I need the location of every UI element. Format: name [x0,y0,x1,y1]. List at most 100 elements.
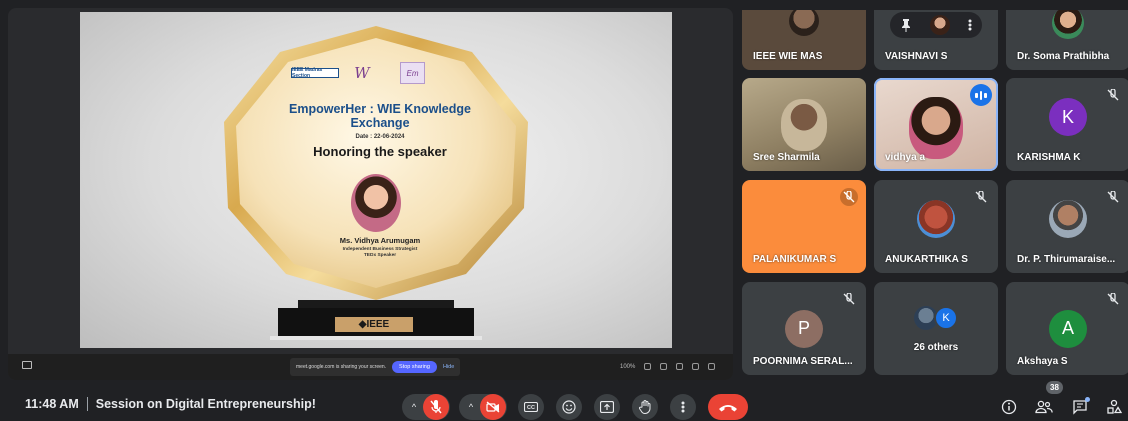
others-tile[interactable]: K 26 others [874,282,998,375]
slide-heading: Honoring the speaker [313,144,447,159]
participant-avatar: K [934,306,958,330]
tile-controls [890,12,982,38]
presentation-slide: IEEE Madras Section W Em EmpowerHer : WI… [80,12,672,348]
screen-icon[interactable] [22,361,32,369]
participant-count-badge: 38 [1046,381,1063,394]
participant-name: POORNIMA SERAL... [753,356,853,367]
zoom-controls: 100% [620,363,716,370]
participant-name: KARISHMA K [1017,152,1081,163]
participant-avatar [930,15,950,35]
participant-tile[interactable]: VAISHNAVI S [874,10,998,70]
hang-up-icon [719,404,737,411]
more-vertical-icon [681,401,685,413]
participant-avatar [917,200,955,239]
participant-avatar [1052,10,1084,40]
unread-dot [1085,397,1090,402]
hand-icon [639,400,651,414]
zoom-in-icon[interactable] [660,363,668,370]
participant-tile[interactable]: K KARISHMA K [1006,78,1128,171]
participant-video [789,10,819,36]
fit-screen-icon[interactable] [676,363,684,370]
chevron-up-icon[interactable]: ^ [405,402,423,412]
meet-window: IEEE Madras Section W Em EmpowerHer : WI… [0,0,1128,421]
current-time: 11:48 AM [25,397,79,411]
mic-off-icon [1104,188,1122,206]
zoom-out-icon[interactable] [644,363,652,370]
chevron-up-icon[interactable]: ^ [462,402,480,412]
pin-icon[interactable] [900,18,912,32]
participant-name: Akshaya S [1017,356,1068,367]
participant-avatar: P [785,309,823,348]
event-title: EmpowerHer : WIE Knowledge Exchange [289,102,471,130]
participant-name: Dr. P. Thirumaraise... [1017,254,1116,265]
mic-off-icon [972,188,990,206]
hide-link[interactable]: Hide [443,364,454,370]
camera-control[interactable]: ^ [459,394,507,420]
fullscreen-icon[interactable] [708,363,716,370]
captions-icon: CC [524,402,538,412]
divider [86,397,88,411]
participant-tile[interactable]: A Akshaya S [1006,282,1128,375]
meeting-info: 11:48 AM Session on Digital Entrepreneur… [25,397,316,411]
leave-call-button[interactable] [708,394,748,420]
participant-video [781,98,827,151]
participant-avatar: A [1049,309,1087,348]
raise-hand-button[interactable] [632,394,658,420]
event-date: Date : 22-06-2024 [355,134,405,140]
participant-tile[interactable]: Dr. P. Thirumaraise... [1006,180,1128,273]
activities-icon [1107,399,1122,414]
mic-off-icon [840,188,858,206]
zoom-level: 100% [620,363,636,370]
meeting-controls-bar: 11:48 AM Session on Digital Entrepreneur… [0,386,1128,421]
camera-off-icon[interactable] [480,394,506,420]
chat-button[interactable] [1069,396,1091,418]
more-options-icon[interactable] [968,18,972,32]
meeting-details-button[interactable] [998,396,1020,418]
more-options-button[interactable] [670,394,696,420]
participant-tile[interactable]: ANUKARTHIKA S [874,180,998,273]
participant-name: IEEE WIE MAS [753,51,823,62]
participant-tile[interactable]: IEEE WIE MAS [742,10,866,70]
present-screen-icon [600,401,614,413]
mic-off-icon [840,290,858,308]
people-icon [1035,400,1053,414]
speaker-role-secondary: TEDx Speaker [363,253,397,258]
meeting-title: Session on Digital Entrepreneurship! [95,397,316,411]
ieee-plaque: ◆IEEE [335,317,413,332]
ieee-madras-logo: IEEE Madras Section [291,67,339,79]
captions-button[interactable]: CC [518,394,544,420]
participant-avatar [1049,200,1087,239]
mic-off-icon[interactable] [423,394,449,420]
participant-tile[interactable]: P POORNIMA SERAL... [742,282,866,375]
participant-name: Sree Sharmila [753,152,820,163]
participant-name: vidhya a [885,152,926,163]
present-now-button[interactable] [594,394,620,420]
mic-off-icon [1104,86,1122,104]
empowerher-logo: Em [400,62,425,84]
participant-tile-active-speaker[interactable]: vidhya a [874,78,998,171]
wie-logo: W [354,64,370,82]
participant-tile[interactable]: Sree Sharmila [742,78,866,171]
speaker-name: Ms. Vidhya Arumugam [339,236,421,245]
speaking-indicator-icon [970,84,992,106]
sharing-message: meet.google.com is sharing your screen. [296,364,387,370]
shared-screen[interactable]: IEEE Madras Section W Em EmpowerHer : WI… [8,8,733,380]
speaker-role: Independent Business Strategist [342,247,418,252]
reactions-button[interactable] [556,394,582,420]
participant-tile[interactable]: PALANIKUMAR S [742,180,866,273]
participant-name: VAISHNAVI S [885,51,948,62]
info-icon [1001,399,1017,415]
speaker-photo [351,174,401,232]
emoji-icon [562,400,576,414]
people-button[interactable] [1033,396,1055,418]
participant-name: ANUKARTHIKA S [885,254,968,265]
participant-tile[interactable]: Dr. Soma Prathibha [1006,10,1128,70]
mic-off-icon [1104,290,1122,308]
microphone-control[interactable]: ^ [402,394,450,420]
participant-avatar: K [1049,98,1087,137]
sharing-notice: meet.google.com is sharing your screen. … [290,358,461,376]
svg-text:CC: CC [527,405,535,411]
pop-out-icon[interactable] [692,363,700,370]
stop-sharing-button[interactable]: Stop sharing [392,361,437,373]
activities-button[interactable] [1103,396,1125,418]
